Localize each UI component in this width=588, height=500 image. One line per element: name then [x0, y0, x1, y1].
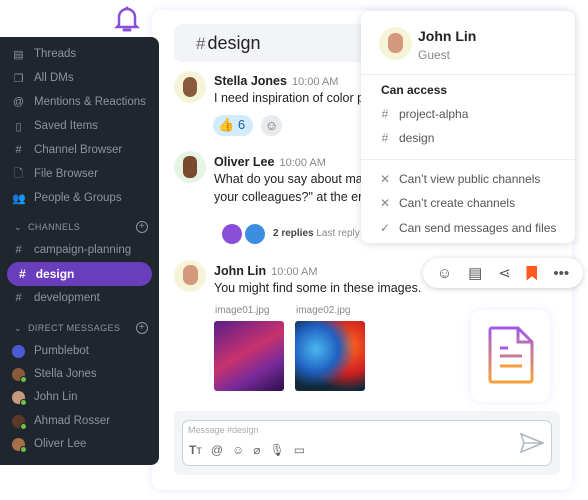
reply-avatar [222, 224, 242, 244]
dm-pumblebot[interactable]: Pumblebot [12, 341, 152, 361]
user-popover: John Lin Guest Can access # project-alpha… [361, 11, 575, 243]
sidebar-channel-development[interactable]: # development [12, 288, 152, 308]
dm-ahmad-rosser[interactable]: Ahmad Rosser [12, 411, 152, 431]
add-reaction-icon[interactable]: ☺ [437, 265, 452, 282]
microphone-icon[interactable]: 🎙 [270, 443, 285, 457]
avatar [12, 437, 27, 453]
file-search-icon: 🗋 [14, 167, 23, 180]
sidebar-item-channel-browser[interactable]: # Channel Browser [12, 140, 152, 160]
message-text: your colleagues?" at the en [214, 190, 361, 204]
text-format-icon[interactable]: Tт [189, 443, 202, 457]
reply-avatar [245, 224, 265, 244]
sidebar-item-threads[interactable]: ▤ Threads [12, 44, 152, 64]
image-thumbnail[interactable] [295, 321, 365, 391]
image-thumbnail[interactable] [214, 321, 284, 391]
file-card[interactable] [471, 310, 550, 402]
dm-oliver-lee[interactable]: Oliver Lee [12, 434, 152, 454]
sidebar-channel-design[interactable]: # design [7, 262, 152, 286]
avatar [12, 344, 25, 358]
check-icon: ✓ [379, 221, 391, 235]
image-filename: image02.jpg [296, 305, 351, 316]
bell-icon[interactable] [114, 5, 140, 33]
thread-replies[interactable]: 2 replies Last reply [273, 228, 360, 239]
message-input[interactable]: Message #design Tт @ ☺ ⌀ 🎙 ▭ [182, 420, 552, 466]
avatar [12, 414, 27, 430]
dm-section[interactable]: ⌄ DIRECT MESSAGES + [14, 322, 148, 334]
sidebar: ▤ Threads ❐ All DMs @ Mentions & Reactions … [0, 37, 159, 465]
message-placeholder: Message #design [188, 425, 259, 435]
hash-icon: # [15, 244, 22, 256]
avatar [12, 367, 27, 383]
permission-item: ✓ Can send messages and files [379, 221, 557, 235]
x-icon: ✕ [379, 196, 391, 210]
message-text: I need inspiration of color p [214, 91, 361, 105]
threads-icon: ▤ [13, 48, 24, 61]
reply-thread-icon[interactable]: ▤ [468, 264, 482, 282]
x-icon: ✕ [379, 172, 391, 186]
hash-icon: # [196, 34, 206, 53]
image-filename: image01.jpg [215, 305, 270, 316]
people-icon: 👥 [12, 192, 26, 205]
avatar-john[interactable] [174, 260, 206, 292]
sidebar-item-people[interactable]: 👥 People & Groups [12, 188, 152, 208]
add-dm-icon[interactable]: + [136, 322, 148, 334]
avatar [12, 390, 27, 406]
access-channel[interactable]: # design [379, 131, 435, 145]
share-icon[interactable]: ⋖ [498, 264, 511, 282]
message-author[interactable]: Oliver Lee 10:00 AM [214, 155, 326, 169]
more-icon[interactable]: ••• [553, 265, 569, 282]
message-author[interactable]: Stella Jones 10:00 AM [214, 74, 338, 88]
hash-icon: # [381, 107, 389, 121]
hash-icon: # [381, 131, 389, 145]
channel-header: # design [174, 24, 374, 62]
message-text: What do you say about mak [214, 172, 361, 186]
permission-item: ✕ Can’t view public channels [379, 172, 541, 186]
access-channel[interactable]: # project-alpha [379, 107, 469, 121]
can-access-label: Can access [381, 83, 448, 97]
avatar-stella[interactable] [174, 71, 206, 103]
sidebar-item-saved[interactable]: ▯ Saved Items [12, 116, 152, 136]
hash-icon: # [15, 292, 22, 304]
bookmark-icon[interactable] [526, 265, 538, 281]
sidebar-item-mentions[interactable]: @ Mentions & Reactions [12, 92, 152, 112]
message-text: You might find some in these images. [214, 281, 422, 295]
sidebar-channel-campaign-planning[interactable]: # campaign-planning [12, 240, 152, 260]
chevron-down-icon: ⌄ [14, 322, 22, 333]
message-author[interactable]: John Lin 10:00 AM [214, 264, 318, 278]
emoji-icon[interactable]: ☺ [232, 443, 244, 457]
dm-john-lin[interactable]: John Lin [12, 387, 152, 407]
at-icon: @ [12, 96, 25, 108]
attachment-icon[interactable]: ⌀ [253, 443, 260, 457]
avatar [379, 27, 412, 60]
bookmark-icon: ▯ [15, 120, 22, 133]
popover-role: Guest [418, 48, 451, 62]
send-icon[interactable] [520, 433, 544, 453]
reaction-thumbs-up[interactable]: 👍 6 [213, 115, 253, 136]
add-channel-icon[interactable]: + [136, 221, 148, 233]
dms-icon: ❐ [13, 72, 24, 85]
sidebar-item-all-dms[interactable]: ❐ All DMs [12, 68, 152, 88]
video-icon[interactable]: ▭ [294, 443, 305, 457]
dm-stella-jones[interactable]: Stella Jones [12, 364, 152, 384]
mention-icon[interactable]: @ [211, 443, 223, 457]
permission-item: ✕ Can’t create channels [379, 196, 516, 210]
message-actions-toolbar: ☺ ▤ ⋖ ••• [423, 258, 583, 288]
channels-section[interactable]: ⌄ CHANNELS + [14, 221, 148, 233]
hash-icon: # [19, 267, 26, 281]
document-icon [488, 326, 534, 384]
avatar-oliver[interactable] [174, 151, 206, 183]
sidebar-item-file-browser[interactable]: 🗋 File Browser [12, 164, 152, 184]
channel-search-icon: # [15, 144, 22, 156]
channel-title: design [207, 33, 261, 53]
popover-name: John Lin [418, 28, 477, 44]
chevron-down-icon: ⌄ [14, 221, 22, 232]
add-reaction-icon[interactable]: ☺ [261, 115, 282, 136]
